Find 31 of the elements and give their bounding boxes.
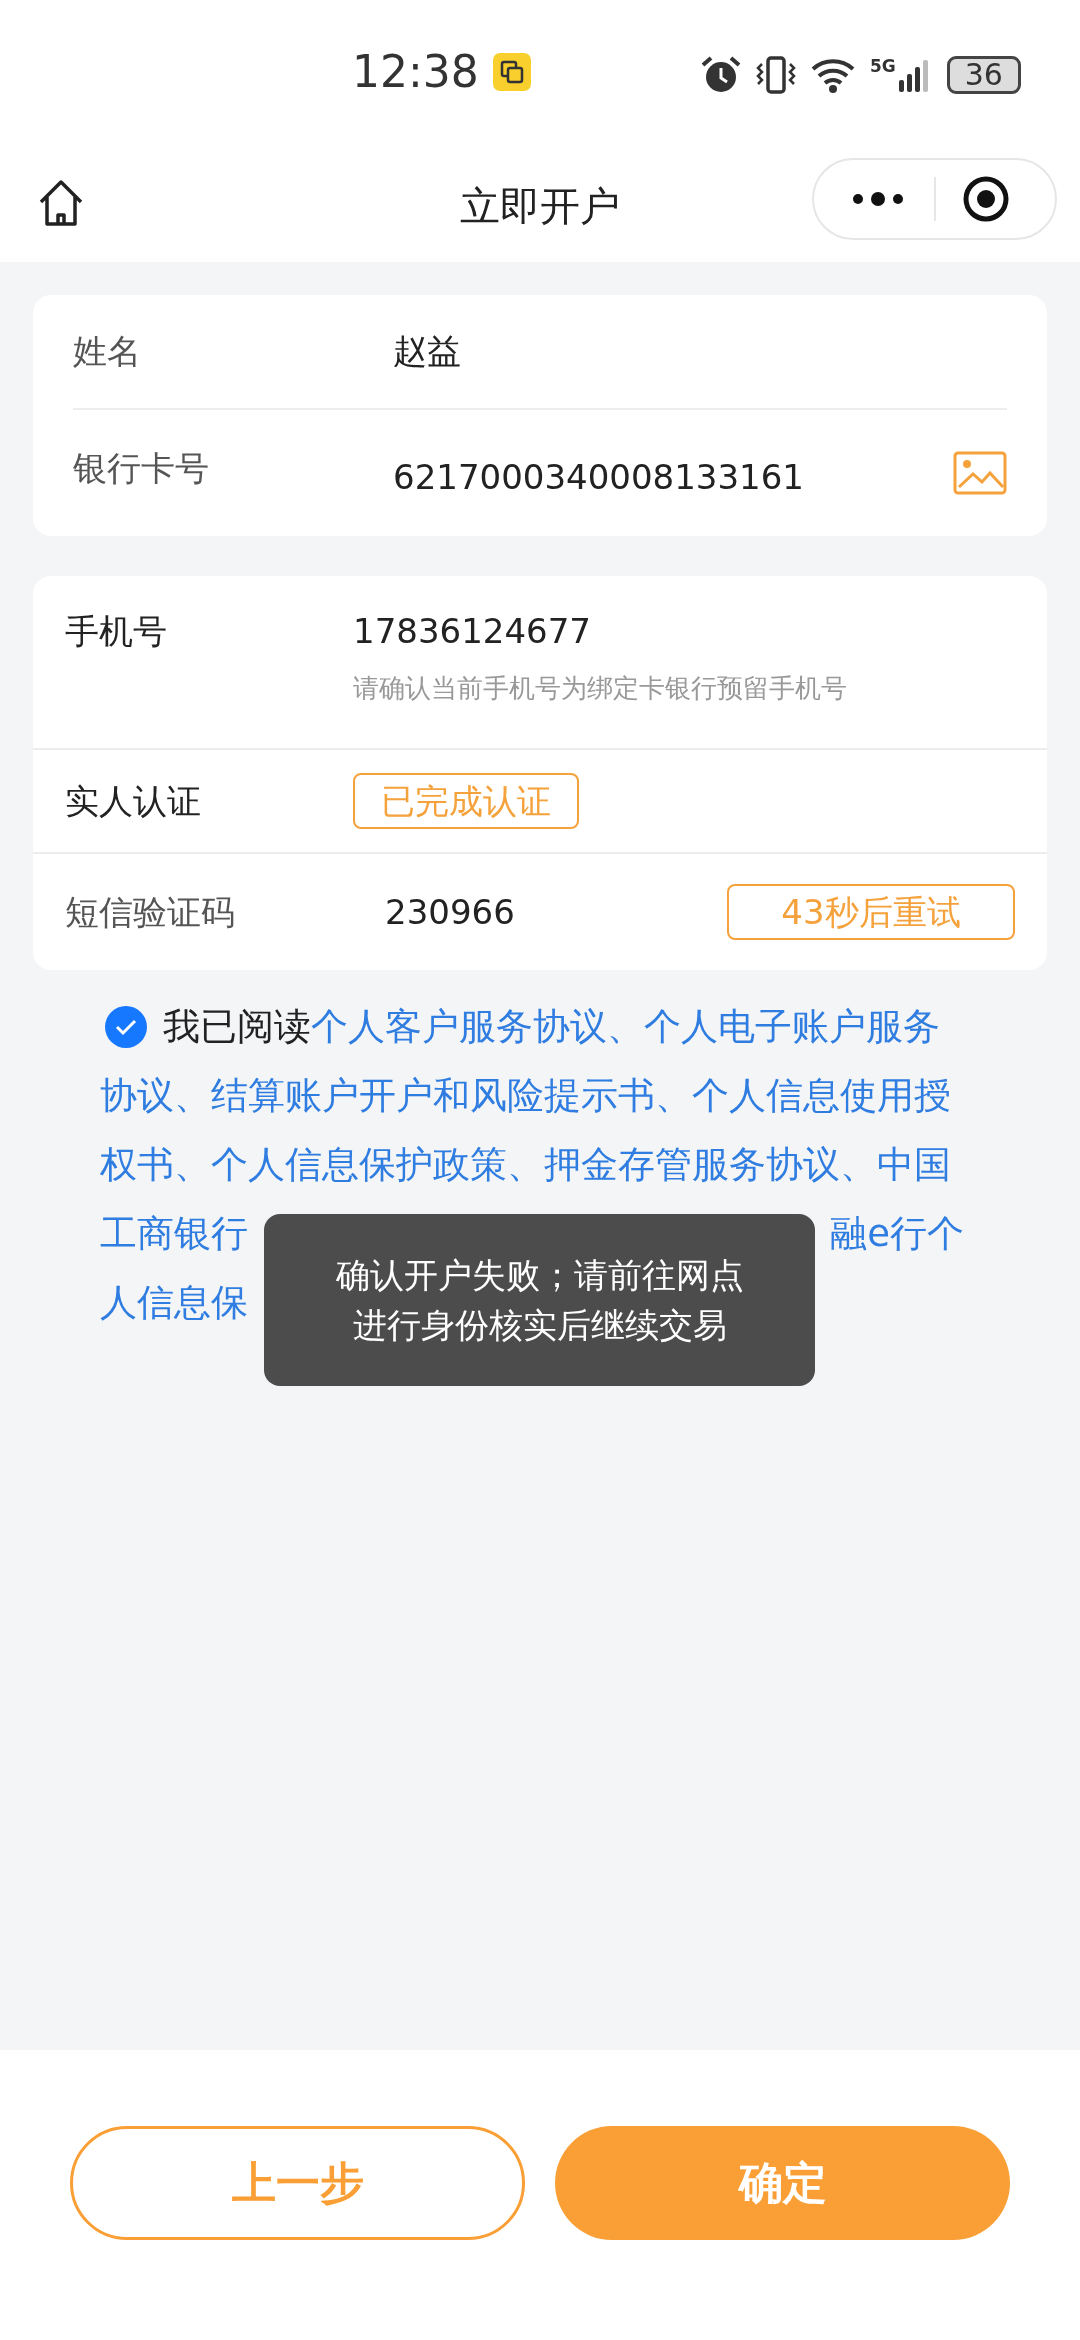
vibrate-icon [754,56,798,94]
alarm-icon [700,56,742,94]
agreement-link[interactable]: 人信息保 [100,1268,248,1337]
sms-code-input[interactable]: 230966 [385,886,727,938]
agreement-text: 我已阅读个人客户服务协议、个人电子账户服务 [163,1004,940,1050]
agreement-checkbox[interactable] [105,1005,147,1048]
back-button[interactable]: 上一步 [70,2126,525,2240]
app-notification-icon [492,53,531,91]
field-value: 6217000340008133161 [393,455,805,499]
clock-time: 12:38 [352,50,479,94]
agreement-link[interactable]: 协议、结算账户开户和风险提示书、个人信息使用授权书、个人信息保护政策、押金存管服务协议、中国 [100,1061,960,1199]
page-title: 立即开户 [460,182,620,231]
confirm-button[interactable]: 确定 [555,2126,1010,2240]
agreement-link[interactable]: 工商银行 [100,1199,248,1268]
signal-icon [898,58,929,92]
field-label: 短信验证码 [65,890,236,934]
more-icon[interactable] [850,191,906,207]
field-label: 实人认证 [65,779,202,823]
network-label: 5G [870,58,896,75]
field-label: 银行卡号 [73,446,210,490]
phone-value: 17836124677 [353,610,592,653]
phone-hint: 请确认当前手机号为绑定卡银行预留手机号 [353,672,847,705]
toast-message: 进行身份核实后继续交易 [352,1304,727,1347]
toast-message: 确认开户失败；请前往网点 [335,1254,744,1297]
battery-indicator: 36 [946,56,1021,94]
field-label: 手机号 [65,610,168,653]
resend-code-button[interactable]: 43秒后重试 [727,884,1015,940]
agreement-link[interactable]: 融e行个 [830,1199,964,1268]
field-value: 赵益 [393,330,462,373]
verified-badge: 已完成认证 [353,773,579,829]
field-label: 姓名 [73,330,142,373]
